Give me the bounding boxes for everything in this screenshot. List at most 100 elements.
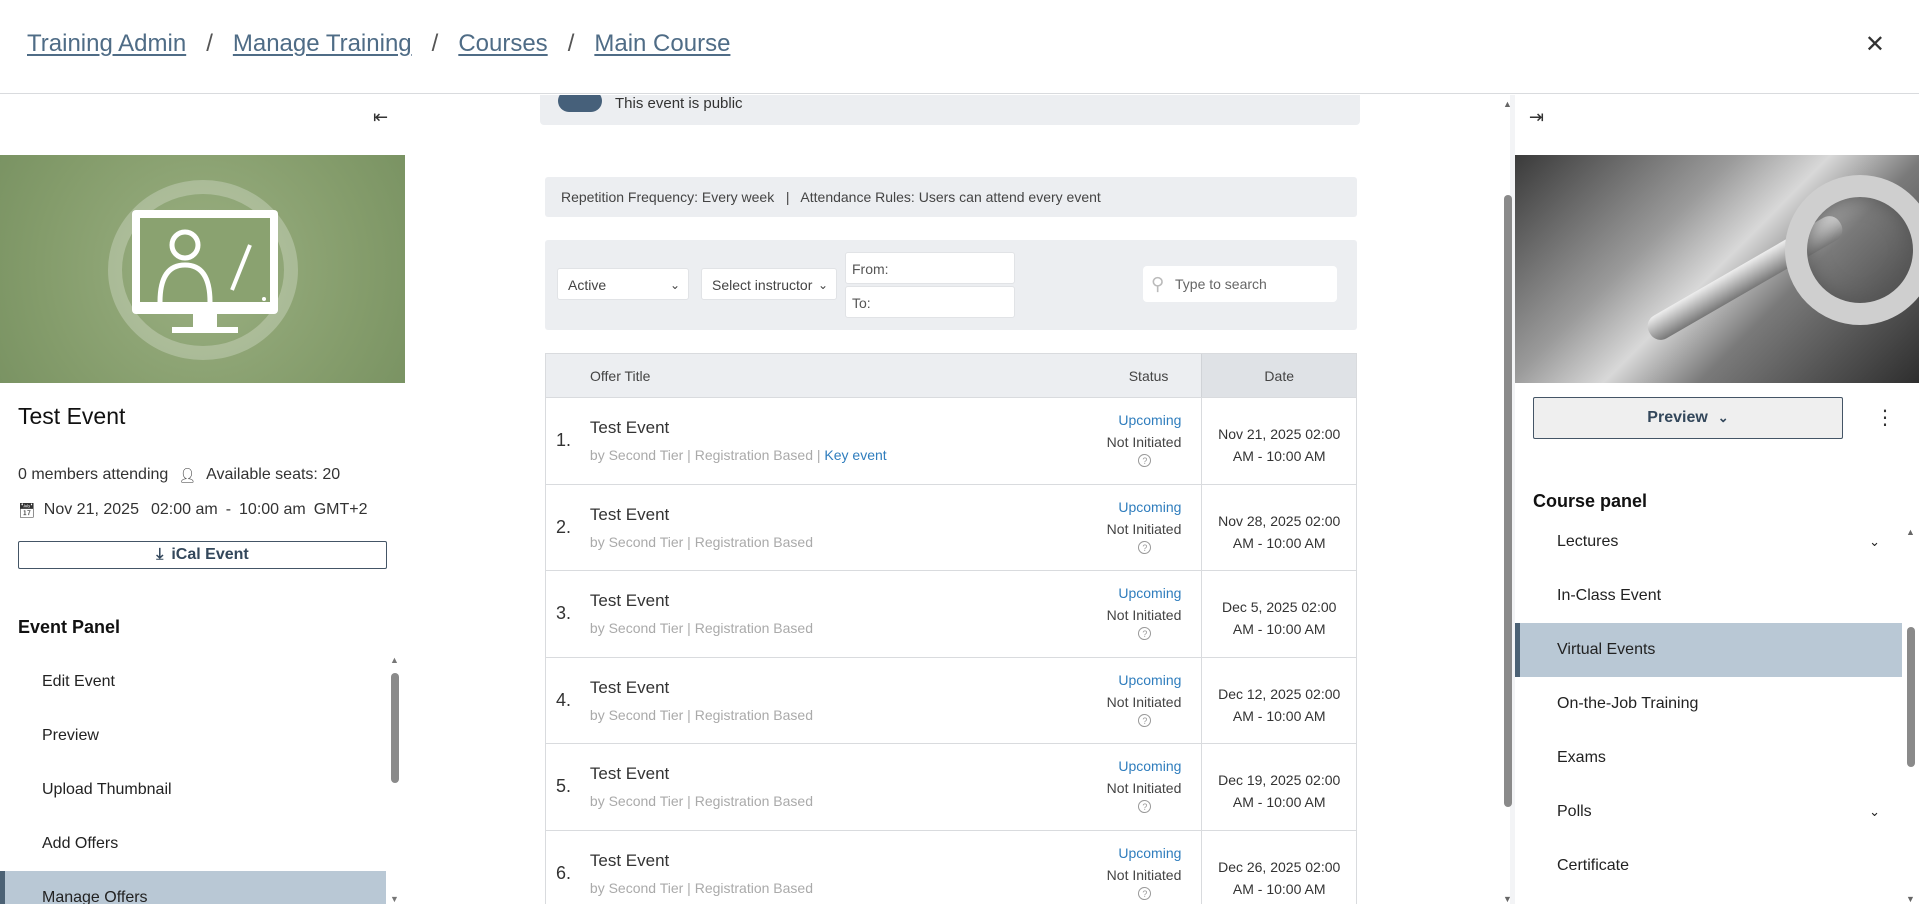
search-input[interactable]: ⚲ Type to search [1143,266,1337,302]
available-seats: Available seats: 20 [206,466,341,483]
event-time-separator: - [225,501,232,518]
offer-subtitle: by Second Tier | Registration Based [590,707,980,723]
row-number: 1. [556,430,572,451]
event-timezone: GMT+2 [313,501,368,518]
course-item-in-class-event[interactable]: In-Class Event [1515,569,1902,623]
status-upcoming: Upcoming [1118,844,1182,861]
table-row[interactable]: 2. Test Event by Second Tier | Registratio… [546,484,1356,571]
scrollbar-thumb[interactable] [1504,195,1512,807]
course-item-virtual-events[interactable]: Virtual Events [1515,623,1902,677]
offer-title[interactable]: Test Event [590,678,980,698]
help-icon[interactable]: ? [1138,627,1152,640]
header-offer-title[interactable]: Offer Title [546,354,980,397]
menu-item-preview[interactable]: Preview [0,709,386,763]
table-row[interactable]: 4. Test Event by Second Tier | Registratio… [546,657,1356,744]
course-item-lectures[interactable]: Lectures ⌄ [1515,515,1902,569]
calendar-icon: 📅︎ [18,501,36,518]
table-row[interactable]: 1. Test Event by Second Tier | Registratio… [546,398,1356,485]
scroll-up-icon[interactable]: ▲ [1503,99,1512,109]
status-select[interactable]: Active ⌄ [557,268,689,300]
status-cell: Upcoming Not Initiated? [980,485,1201,571]
right-scrollbar[interactable]: ▲ ▼ [1905,527,1917,904]
event-panel-heading: Event Panel [18,617,121,637]
course-item-label: Lectures [1557,533,1619,550]
help-icon[interactable]: ? [1138,540,1152,554]
breadcrumb-main-course[interactable]: Main Course [594,30,730,58]
chevron-down-icon[interactable]: ⌄ [1869,515,1880,569]
scroll-up-icon[interactable]: ▲ [1906,527,1915,537]
course-item-exams[interactable]: Exams [1515,731,1902,785]
offer-subtitle: by Second Tier | Registration Based [590,534,980,550]
repetition-rules: Repetition Frequency: Every week | Atten… [545,177,1357,217]
scroll-up-icon[interactable]: ▲ [390,655,399,665]
scroll-down-icon[interactable]: ▼ [390,894,399,904]
offer-title-cell: Test Event by Second Tier | Registration … [590,831,980,904]
menu-item-manage-offers[interactable]: Manage Offers [0,871,386,904]
course-item-on-the-job-training[interactable]: On-the-Job Training [1515,677,1902,731]
offers-table: Offer Title Status Date 1. Test Event by S… [545,353,1357,904]
instructor-select[interactable]: Select instructor ⌄ [701,268,837,300]
offer-title-cell: Test Event by Second Tier | Registration … [590,744,980,830]
offer-title[interactable]: Test Event [590,505,980,525]
help-icon[interactable]: ? [1138,713,1152,727]
course-item-certificate[interactable]: Certificate [1515,839,1902,893]
header-status[interactable]: Status [980,354,1201,397]
public-toggle[interactable] [558,95,602,112]
help-icon[interactable]: ? [1138,454,1152,467]
left-scrollbar[interactable]: ▲ ▼ [390,655,400,904]
event-title: Test Event [18,403,126,429]
public-text: This event is public [615,95,743,112]
offer-subtitle: by Second Tier | Registration Based [590,793,980,809]
offer-title[interactable]: Test Event [590,764,980,784]
date-line-1: Nov 28, 2025 02:00 [1218,512,1341,529]
scrollbar-thumb[interactable] [1907,627,1915,767]
ical-label: iCal Event [171,546,249,563]
to-date-input[interactable]: To: [845,286,1015,318]
main-scrollbar[interactable]: ▲ ▼ [1502,95,1514,904]
status-upcoming: Upcoming [1118,498,1182,515]
help-icon[interactable]: ? [1138,886,1152,900]
offer-title[interactable]: Test Event [590,591,980,611]
table-row[interactable]: 3. Test Event by Second Tier | Registratio… [546,571,1356,658]
date-line-2: AM - 10:00 AM [1232,448,1326,464]
event-time-start: 02:00 am [150,501,218,518]
row-number: 3. [556,603,572,624]
table-row[interactable]: 5. Test Event by Second Tier | Registratio… [546,744,1356,831]
breadcrumb-training-admin[interactable]: Training Admin [27,30,186,58]
scroll-down-icon[interactable]: ▼ [1503,894,1512,904]
chevron-down-icon[interactable]: ⌄ [1869,785,1880,839]
offer-title[interactable]: Test Event [590,851,980,871]
scrollbar-thumb[interactable] [391,673,399,783]
offer-meta: by Second Tier | Registration Based [589,793,813,809]
status-cell: Upcoming Not Initiated? [980,571,1201,657]
breadcrumb-manage-training[interactable]: Manage Training [233,30,412,58]
offer-title-cell: Test Event by Second Tier | Registration … [590,485,980,571]
status-cell: Upcoming Not Initiated? [980,831,1201,904]
more-options-icon[interactable]: ⋮ [1875,405,1895,430]
close-icon[interactable]: ✕ [1865,30,1885,59]
from-date-input[interactable]: From: [845,252,1015,284]
menu-item-edit-event[interactable]: Edit Event [0,655,386,709]
scroll-down-icon[interactable]: ▼ [1906,894,1915,904]
collapse-right-icon[interactable]: ⇥ [1529,107,1544,128]
offer-meta: by Second Tier | Registration Based [589,533,813,550]
offer-title[interactable]: Test Event [590,418,980,438]
menu-item-upload-thumbnail[interactable]: Upload Thumbnail [0,763,386,817]
preview-button[interactable]: Preview ⌄ [1533,397,1843,439]
menu-item-add-offers[interactable]: Add Offers [0,817,386,871]
course-item-polls[interactable]: Polls ⌄ [1515,785,1902,839]
help-icon[interactable]: ? [1138,800,1152,813]
status-cell: Upcoming Not Initiated? [980,398,1201,484]
top-bar: Training Admin / Manage Training / Cours… [0,0,1919,94]
breadcrumb-courses[interactable]: Courses [458,30,547,58]
ical-event-button[interactable]: ⤓ iCal Event [18,541,387,569]
header-date[interactable]: Date [1201,354,1356,397]
course-item-label: Polls [1557,803,1592,820]
date-line-1: Nov 21, 2025 02:00 [1218,426,1341,442]
table-row[interactable]: 6. Test Event by Second Tier | Registratio… [546,830,1356,904]
left-panel: ⇤ Test Event 0 members attending 👤︎ Avai… [0,95,405,904]
row-number: 4. [556,689,572,710]
course-panel-heading: Course panel [1533,491,1648,511]
date-line-1: Dec 19, 2025 02:00 [1218,772,1341,788]
collapse-left-icon[interactable]: ⇤ [373,107,388,128]
